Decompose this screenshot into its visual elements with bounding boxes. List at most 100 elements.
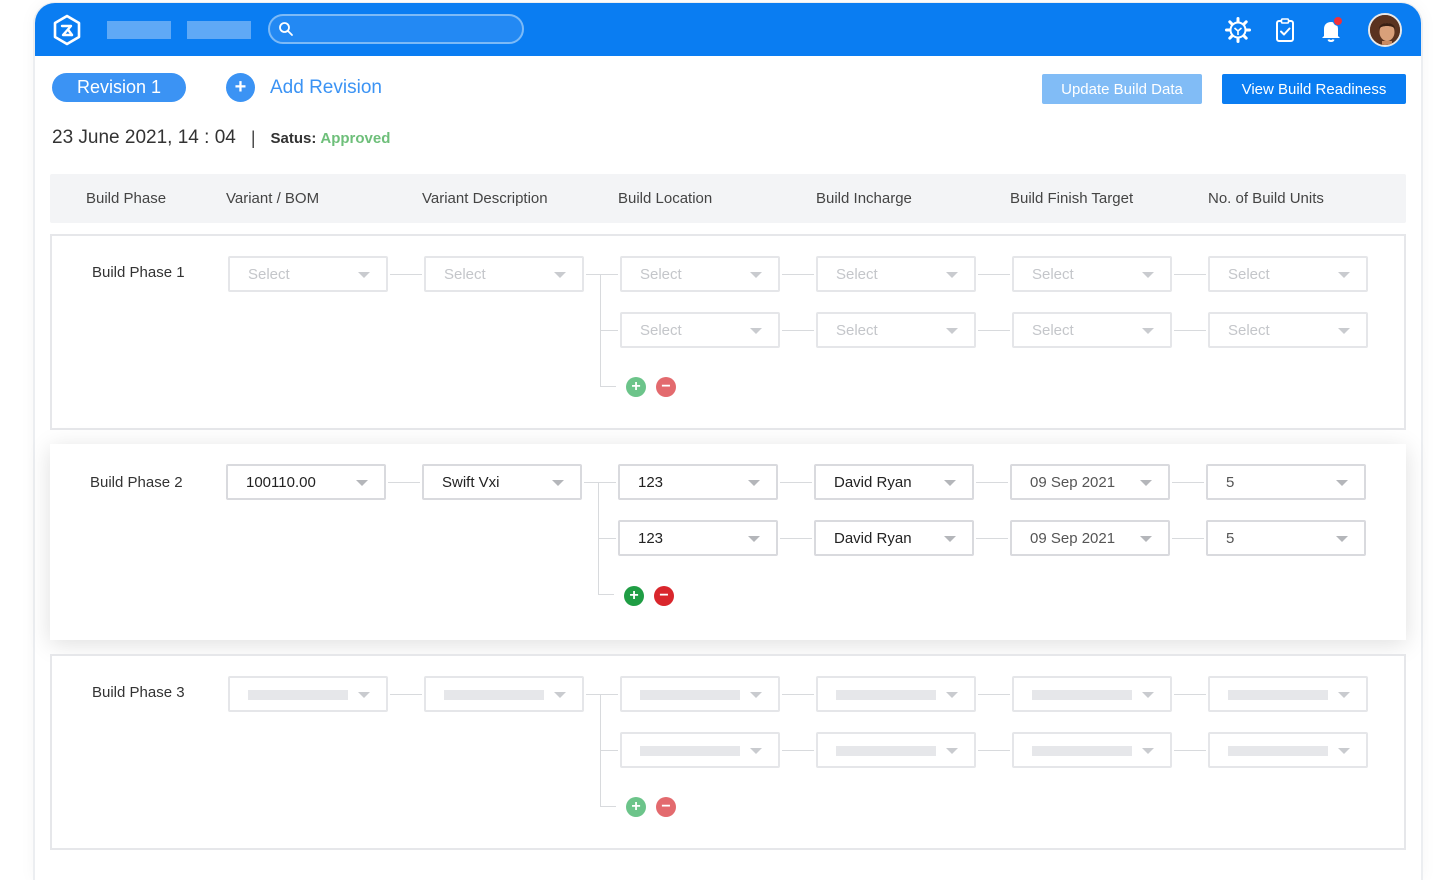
logo-icon[interactable] xyxy=(51,14,83,46)
search-box[interactable] xyxy=(268,14,524,44)
add-revision-button[interactable]: + Add Revision xyxy=(226,73,382,102)
target-select[interactable] xyxy=(1012,732,1172,768)
connector xyxy=(600,330,618,331)
connector xyxy=(388,482,420,483)
chevron-down-icon xyxy=(1142,272,1154,278)
incharge-select[interactable]: Select xyxy=(816,312,976,348)
placeholder-bar xyxy=(1228,690,1328,700)
connector xyxy=(782,330,814,331)
add-row-button[interactable]: + xyxy=(626,797,646,817)
target-select[interactable]: Select xyxy=(1012,312,1172,348)
units-select[interactable]: Select xyxy=(1208,312,1368,348)
placeholder-bar xyxy=(640,690,740,700)
phase-label: Build Phase 1 xyxy=(92,264,185,281)
description-select[interactable] xyxy=(424,676,584,712)
select-value: 5 xyxy=(1226,530,1235,547)
target-select[interactable]: 09 Sep 2021 xyxy=(1010,464,1170,500)
top-navigation-bar xyxy=(35,3,1421,56)
chevron-down-icon xyxy=(1338,272,1350,278)
select-value: David Ryan xyxy=(834,530,912,547)
variant-select[interactable] xyxy=(228,676,388,712)
select-value: 5 xyxy=(1226,474,1235,491)
remove-row-button[interactable]: − xyxy=(654,586,674,606)
chevron-down-icon xyxy=(1336,480,1348,486)
revision-meta: 23 June 2021, 14 : 04 | Satus: Approved xyxy=(52,126,390,150)
description-select[interactable]: Select xyxy=(424,256,584,292)
connector xyxy=(600,386,616,387)
chevron-down-icon xyxy=(358,272,370,278)
incharge-select[interactable]: David Ryan xyxy=(814,520,974,556)
select-value: Select xyxy=(640,266,682,283)
chevron-down-icon xyxy=(1140,480,1152,486)
units-select[interactable] xyxy=(1208,676,1368,712)
incharge-select[interactable] xyxy=(816,732,976,768)
nav-menu-item-1[interactable] xyxy=(107,21,171,39)
gear-icon[interactable] xyxy=(1224,16,1252,44)
connector xyxy=(1174,694,1206,695)
target-select[interactable] xyxy=(1012,676,1172,712)
add-row-button[interactable]: + xyxy=(626,377,646,397)
incharge-select[interactable] xyxy=(816,676,976,712)
location-select[interactable]: 123 xyxy=(618,464,778,500)
placeholder-bar xyxy=(836,690,936,700)
add-row-button[interactable]: + xyxy=(624,586,644,606)
select-value: David Ryan xyxy=(834,474,912,491)
view-build-readiness-button[interactable]: View Build Readiness xyxy=(1222,74,1406,104)
select-value: Select xyxy=(836,322,878,339)
description-select[interactable]: Swift Vxi xyxy=(422,464,582,500)
units-select[interactable]: 5 xyxy=(1206,464,1366,500)
user-avatar-icon xyxy=(1370,15,1400,45)
units-select[interactable]: 5 xyxy=(1206,520,1366,556)
revision-tab[interactable]: Revision 1 xyxy=(52,73,186,102)
remove-row-button[interactable]: − xyxy=(656,377,676,397)
connector xyxy=(780,482,812,483)
search-icon xyxy=(279,22,293,36)
select-value: Swift Vxi xyxy=(442,474,500,491)
status-badge: Approved xyxy=(320,129,391,147)
chevron-down-icon xyxy=(946,748,958,754)
variant-select[interactable]: 100110.00 xyxy=(226,464,386,500)
select-value: 09 Sep 2021 xyxy=(1030,474,1116,491)
connector xyxy=(598,538,616,539)
incharge-select[interactable]: Select xyxy=(816,256,976,292)
target-select[interactable]: 09 Sep 2021 xyxy=(1010,520,1170,556)
remove-row-button[interactable]: − xyxy=(656,797,676,817)
chevron-down-icon xyxy=(1142,748,1154,754)
connector xyxy=(600,806,616,807)
units-select[interactable] xyxy=(1208,732,1368,768)
chevron-down-icon xyxy=(552,480,564,486)
clipboard-check-icon[interactable] xyxy=(1271,16,1299,44)
location-select[interactable] xyxy=(620,732,780,768)
location-select[interactable]: Select xyxy=(620,312,780,348)
select-value: Select xyxy=(248,266,290,283)
select-value: Select xyxy=(444,266,486,283)
column-build-units: No. of Build Units xyxy=(1208,190,1324,207)
nav-menu-item-2[interactable] xyxy=(187,21,251,39)
chevron-down-icon xyxy=(944,480,956,486)
search-input[interactable] xyxy=(300,18,510,40)
chevron-down-icon xyxy=(748,480,760,486)
connector xyxy=(978,274,1010,275)
connector xyxy=(586,274,618,275)
units-select[interactable]: Select xyxy=(1208,256,1368,292)
connector xyxy=(1172,482,1204,483)
select-value: Select xyxy=(1228,266,1270,283)
location-select[interactable]: Select xyxy=(620,256,780,292)
update-build-data-button[interactable]: Update Build Data xyxy=(1042,74,1202,104)
build-phase-card-active: Build Phase 2 100110.00 Swift Vxi 123 Da… xyxy=(50,444,1406,640)
target-select[interactable]: Select xyxy=(1012,256,1172,292)
location-select[interactable] xyxy=(620,676,780,712)
select-value: 123 xyxy=(638,530,664,547)
connector xyxy=(976,482,1008,483)
variant-select[interactable]: Select xyxy=(228,256,388,292)
incharge-select[interactable]: David Ryan xyxy=(814,464,974,500)
location-select[interactable]: 123 xyxy=(618,520,778,556)
chevron-down-icon xyxy=(750,272,762,278)
placeholder-bar xyxy=(1032,746,1132,756)
build-phase-card: Build Phase 3 + − xyxy=(50,654,1406,850)
connector xyxy=(1174,330,1206,331)
meta-separator: | xyxy=(250,127,256,148)
avatar[interactable] xyxy=(1368,13,1402,47)
chevron-down-icon xyxy=(750,748,762,754)
chevron-down-icon xyxy=(554,272,566,278)
